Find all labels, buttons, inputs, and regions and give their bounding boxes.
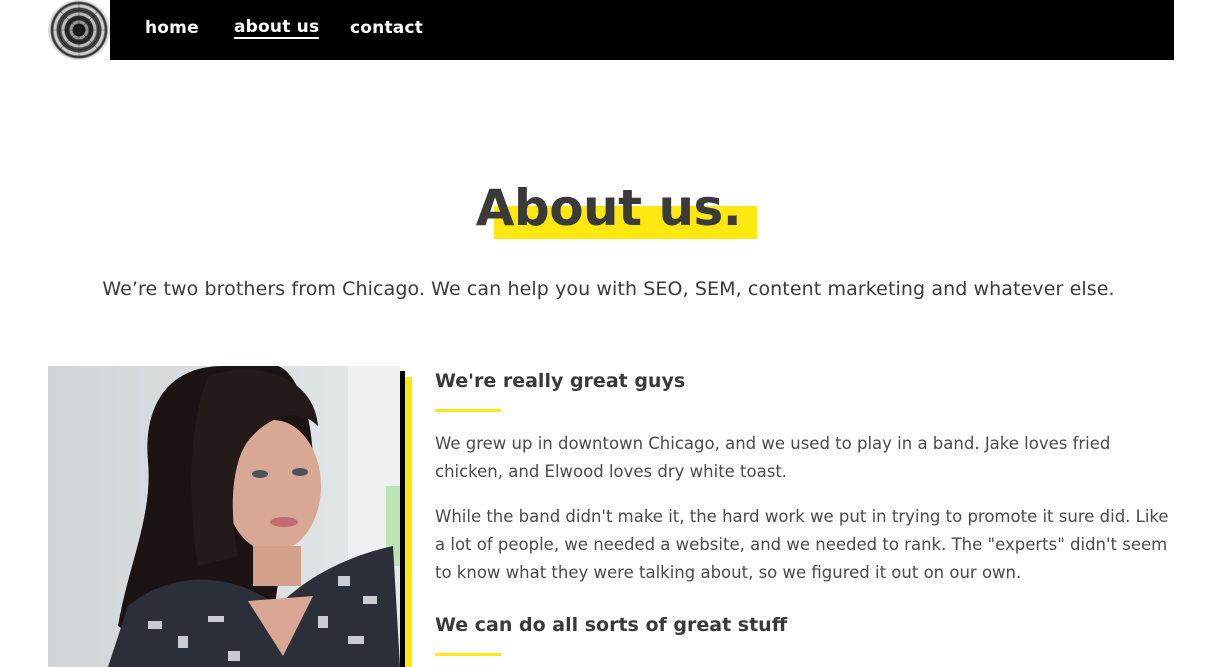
team-photo (48, 366, 400, 667)
nav-home-link[interactable]: home (145, 17, 199, 39)
section-heading: We're really great guys (435, 370, 686, 392)
section-heading: We can do all sorts of great stuff (435, 614, 788, 636)
hero: About us. (0, 176, 1217, 240)
photo-accent-bar-yellow (405, 377, 412, 667)
page-title-text: About us. (475, 179, 742, 237)
page-subtitle: We’re two brothers from Chicago. We can … (102, 278, 1115, 300)
mandala-logo-icon[interactable] (48, 0, 110, 60)
about-content: We're really great guys We grew up in do… (435, 366, 1180, 656)
page: home about us contact About us. We’re tw… (0, 0, 1217, 667)
section-paragraph: We grew up in downtown Chicago, and we u… (435, 434, 1111, 481)
section-paragraph: While the band didn't make it, the hard … (435, 507, 1169, 582)
page-title: About us. (475, 176, 758, 240)
top-navigation: home about us contact (110, 0, 1174, 60)
heading-underline (435, 409, 501, 412)
nav-contact-link[interactable]: contact (350, 17, 423, 39)
nav-about-us-link[interactable]: about us (234, 17, 320, 39)
heading-underline (435, 653, 501, 656)
